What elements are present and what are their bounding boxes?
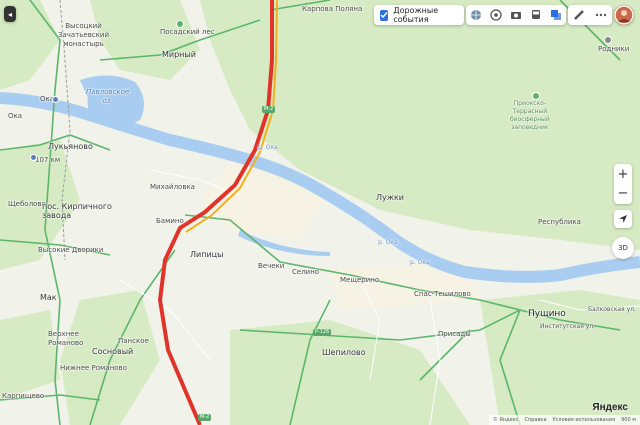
label-verkhnee: Верхнее Романово (48, 330, 84, 347)
place-icon (604, 36, 612, 44)
highway-shield-m2: М-2 (198, 414, 212, 421)
tilt-3d-button[interactable]: 3D (612, 237, 634, 259)
traffic-events-toggle[interactable]: Дорожные события (374, 5, 464, 25)
transport-button[interactable] (526, 5, 546, 25)
terms-link[interactable]: Условия использования (553, 417, 616, 423)
label-karpishchevo: Карпищево (2, 392, 45, 400)
label-street-b: Институтская ул. (540, 323, 596, 330)
ruler-icon (574, 10, 584, 20)
highway-shield-m2-b: М-2 (262, 106, 276, 113)
map-footer: © Яндекс Справка Условия использования 9… (488, 415, 640, 425)
rail-station-icon (30, 154, 37, 161)
yandex-logo: Яндекс (592, 402, 628, 413)
user-avatar[interactable] (614, 5, 634, 25)
help-link[interactable]: Справка (524, 417, 546, 423)
chevron-left-icon: ◂ (7, 9, 12, 19)
location-arrow-icon (619, 215, 627, 223)
layers-icon (551, 10, 561, 20)
ruler-button[interactable] (568, 5, 590, 25)
rail-station-icon (52, 96, 59, 103)
label-lipitsy: Липицы (190, 250, 224, 259)
label-vysokie: Высокие Дворики (38, 246, 104, 254)
zoom-in-button[interactable]: + (618, 165, 629, 185)
label-posadsky: Посадский лес (160, 28, 215, 36)
label-mikhailovka: Михайловка (150, 183, 195, 191)
panorama-button[interactable] (486, 5, 506, 25)
avatar-icon (614, 5, 634, 25)
camera-button[interactable] (506, 5, 526, 25)
map-style-button[interactable] (466, 5, 486, 25)
label-prisady: Присады (438, 330, 471, 338)
label-rodniki: Родники (598, 45, 630, 53)
more-icon (595, 13, 607, 17)
label-river-oka-b: р. Ока (378, 239, 398, 246)
label-panskoe: Панское (118, 337, 149, 345)
zoom-control: + − (614, 164, 632, 204)
label-pavlovskoe: Павловское оз. (86, 88, 130, 105)
tools-toolbar (568, 5, 612, 25)
zoom-out-button[interactable]: − (618, 185, 629, 203)
label-pushchino: Пущино (528, 309, 566, 319)
copyright-link[interactable]: © Яндекс (493, 417, 519, 423)
label-sosnovy: Сосновый (92, 347, 134, 356)
label-street-a: Балковская ул. (588, 306, 636, 313)
label-reserve: Приокско- Террасный биосферный заповедни… (510, 100, 550, 131)
traffic-events-label: Дорожные события (393, 6, 439, 24)
label-vechki: Вечеки (258, 262, 285, 270)
label-mak: Мак (40, 293, 57, 302)
more-button[interactable] (590, 5, 612, 25)
label-oka2: Ока (8, 112, 23, 120)
label-km107: 107 км (35, 156, 61, 164)
checkbox-icon[interactable] (380, 9, 389, 21)
sidebar-toggle-button[interactable]: ◂ (4, 6, 16, 22)
highway-shield-r126: Р-126 (313, 329, 332, 336)
label-karpova: Карпова Поляна (302, 5, 363, 13)
label-mirny: Мирный (162, 50, 196, 59)
camera-icon (511, 12, 521, 19)
panorama-icon (490, 9, 502, 21)
locate-button[interactable] (614, 210, 632, 228)
layers-toolbar (466, 5, 566, 25)
globe-icon (471, 10, 481, 20)
bus-icon (532, 10, 540, 19)
3d-label: 3D (618, 244, 628, 252)
label-shepilovo: Шепилово (322, 348, 366, 357)
label-meshcherino: Мещерино (340, 276, 380, 284)
label-nizhnee: Нижнее Романово (60, 364, 127, 372)
label-vysotsky: Высоцкий Зачатьевский монастырь (58, 22, 110, 48)
layers-button[interactable] (546, 5, 566, 25)
scale-label: 900 м (621, 417, 636, 423)
label-spas: Спас-Тешилово (414, 290, 471, 298)
park-icon (176, 20, 184, 28)
label-bamino: Бамино (156, 217, 184, 225)
label-river-oka-a: р. Ока (258, 144, 278, 151)
label-kirpichny: пос. Кирпичного завода (42, 202, 112, 220)
label-lukyanovo: Лукьяново (48, 142, 93, 151)
label-shchebotovo: Щеболово (8, 200, 46, 208)
label-selino: Селино (292, 268, 320, 276)
label-respublika: Республика (538, 218, 581, 226)
label-river-oka-c: р. Ока (410, 259, 430, 266)
label-luzhki: Лужки (376, 193, 404, 202)
reserve-icon (532, 92, 540, 100)
